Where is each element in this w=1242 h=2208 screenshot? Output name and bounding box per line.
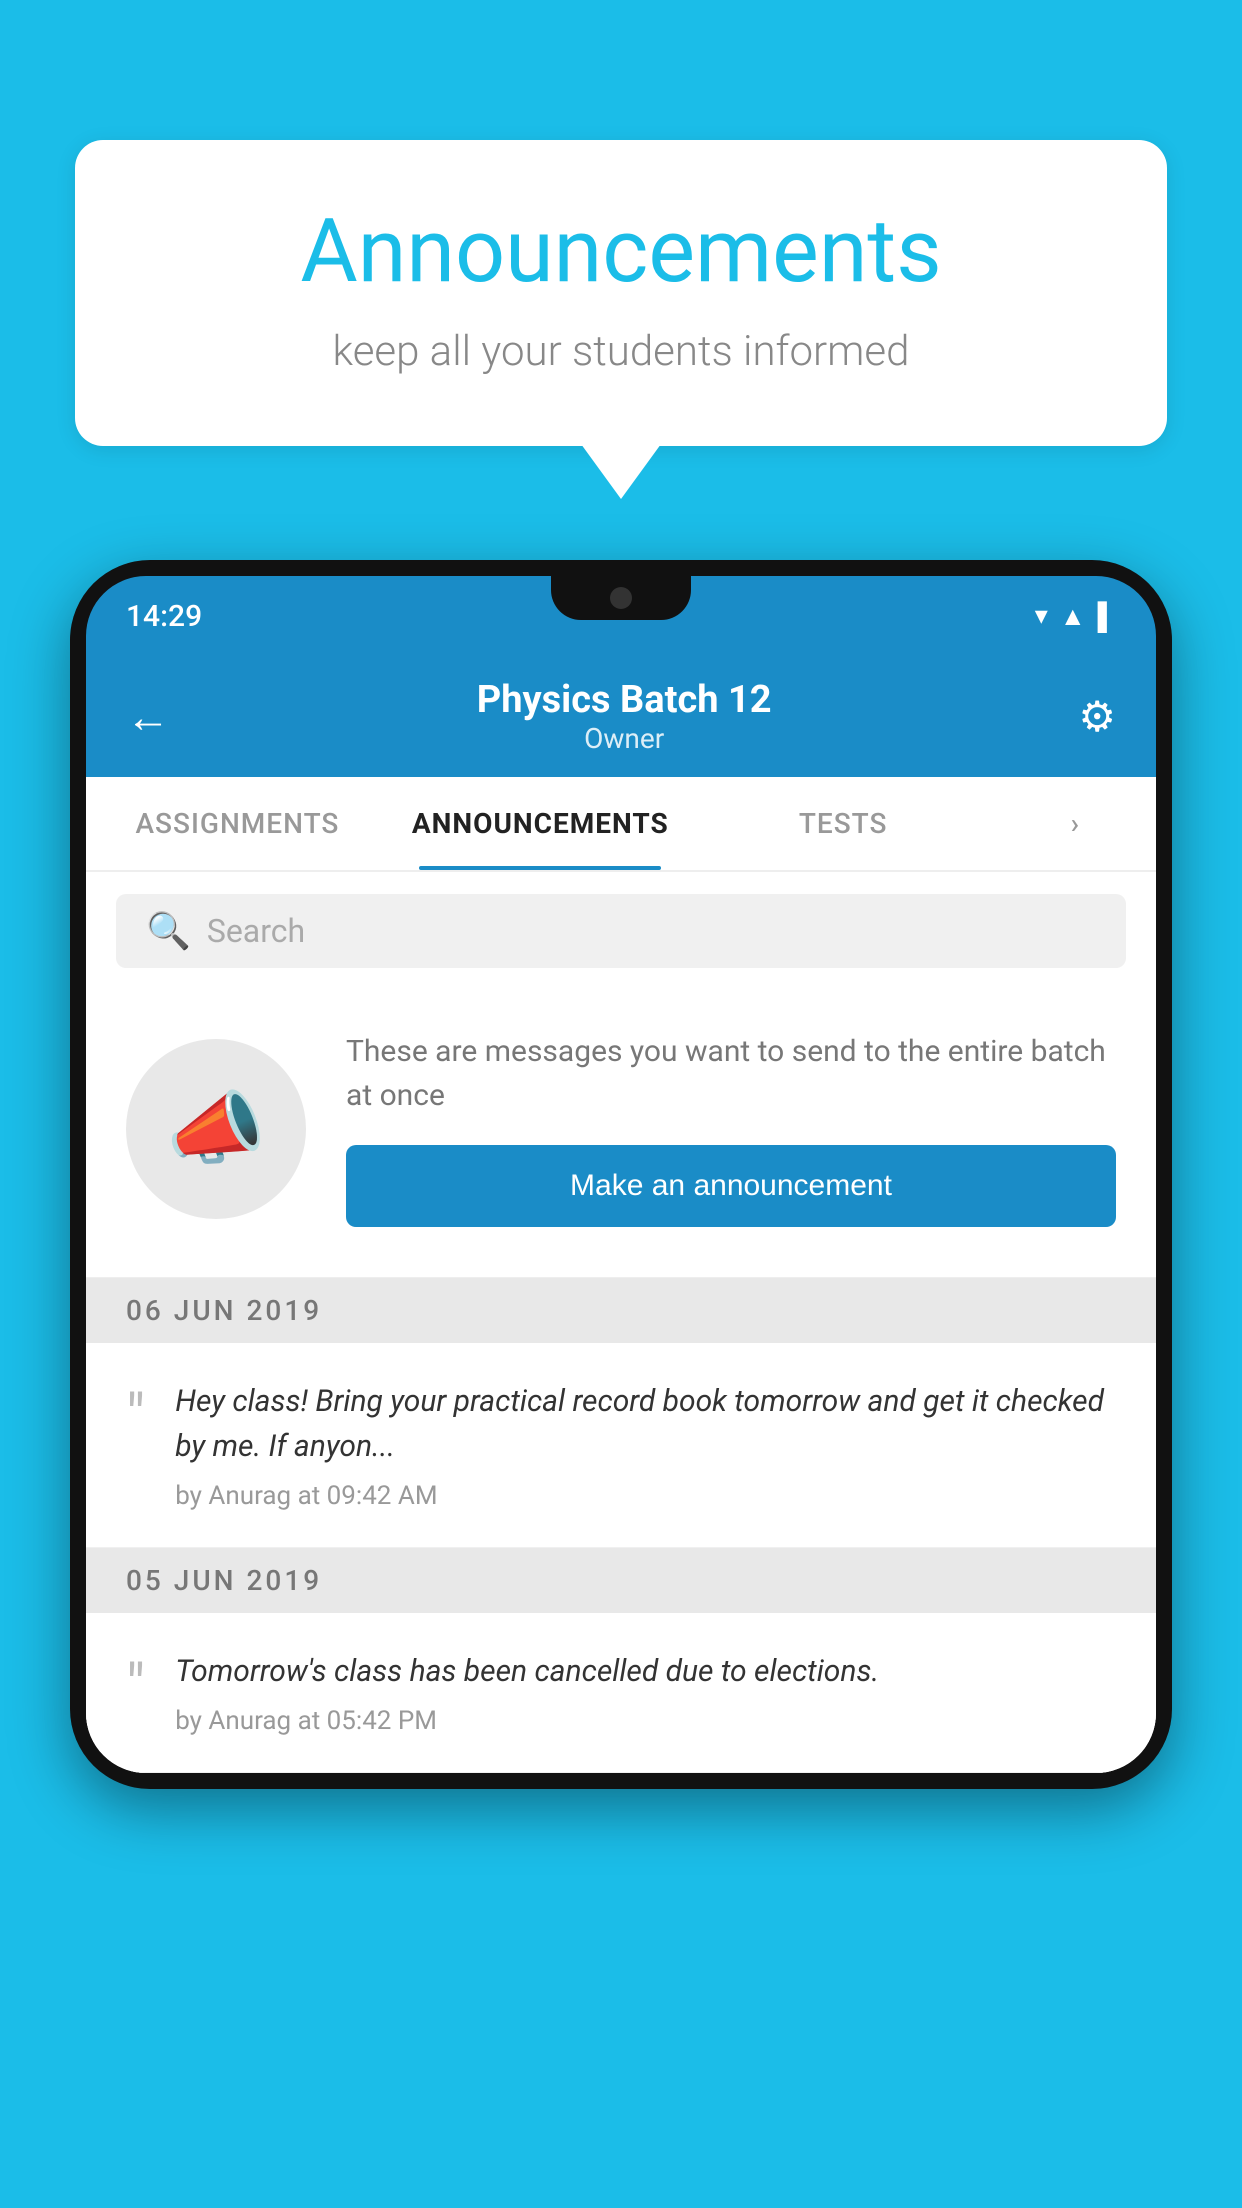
megaphone-icon: 📣 [166,1082,266,1176]
phone-screen: ← Physics Batch 12 Owner ⚙ ASSIGNMENTS A… [86,656,1156,1773]
announcement-icon-circle: 📣 [126,1039,306,1219]
tab-assignments[interactable]: ASSIGNMENTS [86,777,389,870]
quote-icon-2: " [126,1657,145,1717]
tab-tests[interactable]: TESTS [692,777,995,870]
announcement-meta-2: by Anurag at 05:42 PM [175,1706,1116,1736]
announcement-prompt-right: These are messages you want to send to t… [346,1030,1116,1227]
announcement-description: These are messages you want to send to t… [346,1030,1116,1117]
user-role: Owner [477,722,772,755]
phone-device: 14:29 ▾ ▲ ▌ ← Physics Batch 12 Owner ⚙ [70,560,1172,1789]
speech-bubble-section: Announcements keep all your students inf… [75,140,1167,499]
bubble-title: Announcements [155,200,1087,303]
announcement-meta-1: by Anurag at 09:42 AM [175,1481,1116,1511]
content-area: 🔍 Search 📣 These are messages you want t… [86,872,1156,1773]
announcement-item-1: " Hey class! Bring your practical record… [86,1343,1156,1548]
announcement-prompt-card: 📣 These are messages you want to send to… [86,990,1156,1278]
bubble-subtitle: keep all your students informed [155,327,1087,376]
app-header: ← Physics Batch 12 Owner ⚙ [86,656,1156,777]
speech-bubble-card: Announcements keep all your students inf… [75,140,1167,446]
announcement-message-1: Hey class! Bring your practical record b… [175,1379,1116,1469]
signal-icon: ▲ [1060,601,1086,632]
announcement-text-1: Hey class! Bring your practical record b… [175,1379,1116,1511]
status-bar: 14:29 ▾ ▲ ▌ [86,576,1156,656]
back-button[interactable]: ← [126,691,170,743]
search-icon: 🔍 [146,910,191,952]
batch-name: Physics Batch 12 [477,678,772,722]
settings-icon[interactable]: ⚙ [1078,692,1116,742]
announcement-text-2: Tomorrow's class has been cancelled due … [175,1649,1116,1736]
quote-icon-1: " [126,1387,145,1447]
search-input-wrap[interactable]: 🔍 Search [116,894,1126,968]
date-separator-1: 06 JUN 2019 [86,1278,1156,1343]
battery-icon: ▌ [1098,601,1116,632]
search-bar: 🔍 Search [86,872,1156,990]
camera-dot [610,587,632,609]
tabs-bar: ASSIGNMENTS ANNOUNCEMENTS TESTS › [86,777,1156,872]
tab-more[interactable]: › [995,777,1156,870]
phone-wrapper: 14:29 ▾ ▲ ▌ ← Physics Batch 12 Owner ⚙ [70,560,1172,1789]
status-time: 14:29 [126,599,202,634]
date-separator-2: 05 JUN 2019 [86,1548,1156,1613]
wifi-icon: ▾ [1035,601,1048,631]
header-title-block: Physics Batch 12 Owner [477,678,772,755]
announcement-item-2: " Tomorrow's class has been cancelled du… [86,1613,1156,1773]
make-announcement-button[interactable]: Make an announcement [346,1145,1116,1227]
announcement-message-2: Tomorrow's class has been cancelled due … [175,1649,1116,1694]
status-icons: ▾ ▲ ▌ [1035,601,1116,632]
tab-announcements[interactable]: ANNOUNCEMENTS [389,777,692,870]
search-placeholder: Search [207,912,305,950]
bubble-tail [581,444,661,499]
phone-notch [551,576,691,620]
